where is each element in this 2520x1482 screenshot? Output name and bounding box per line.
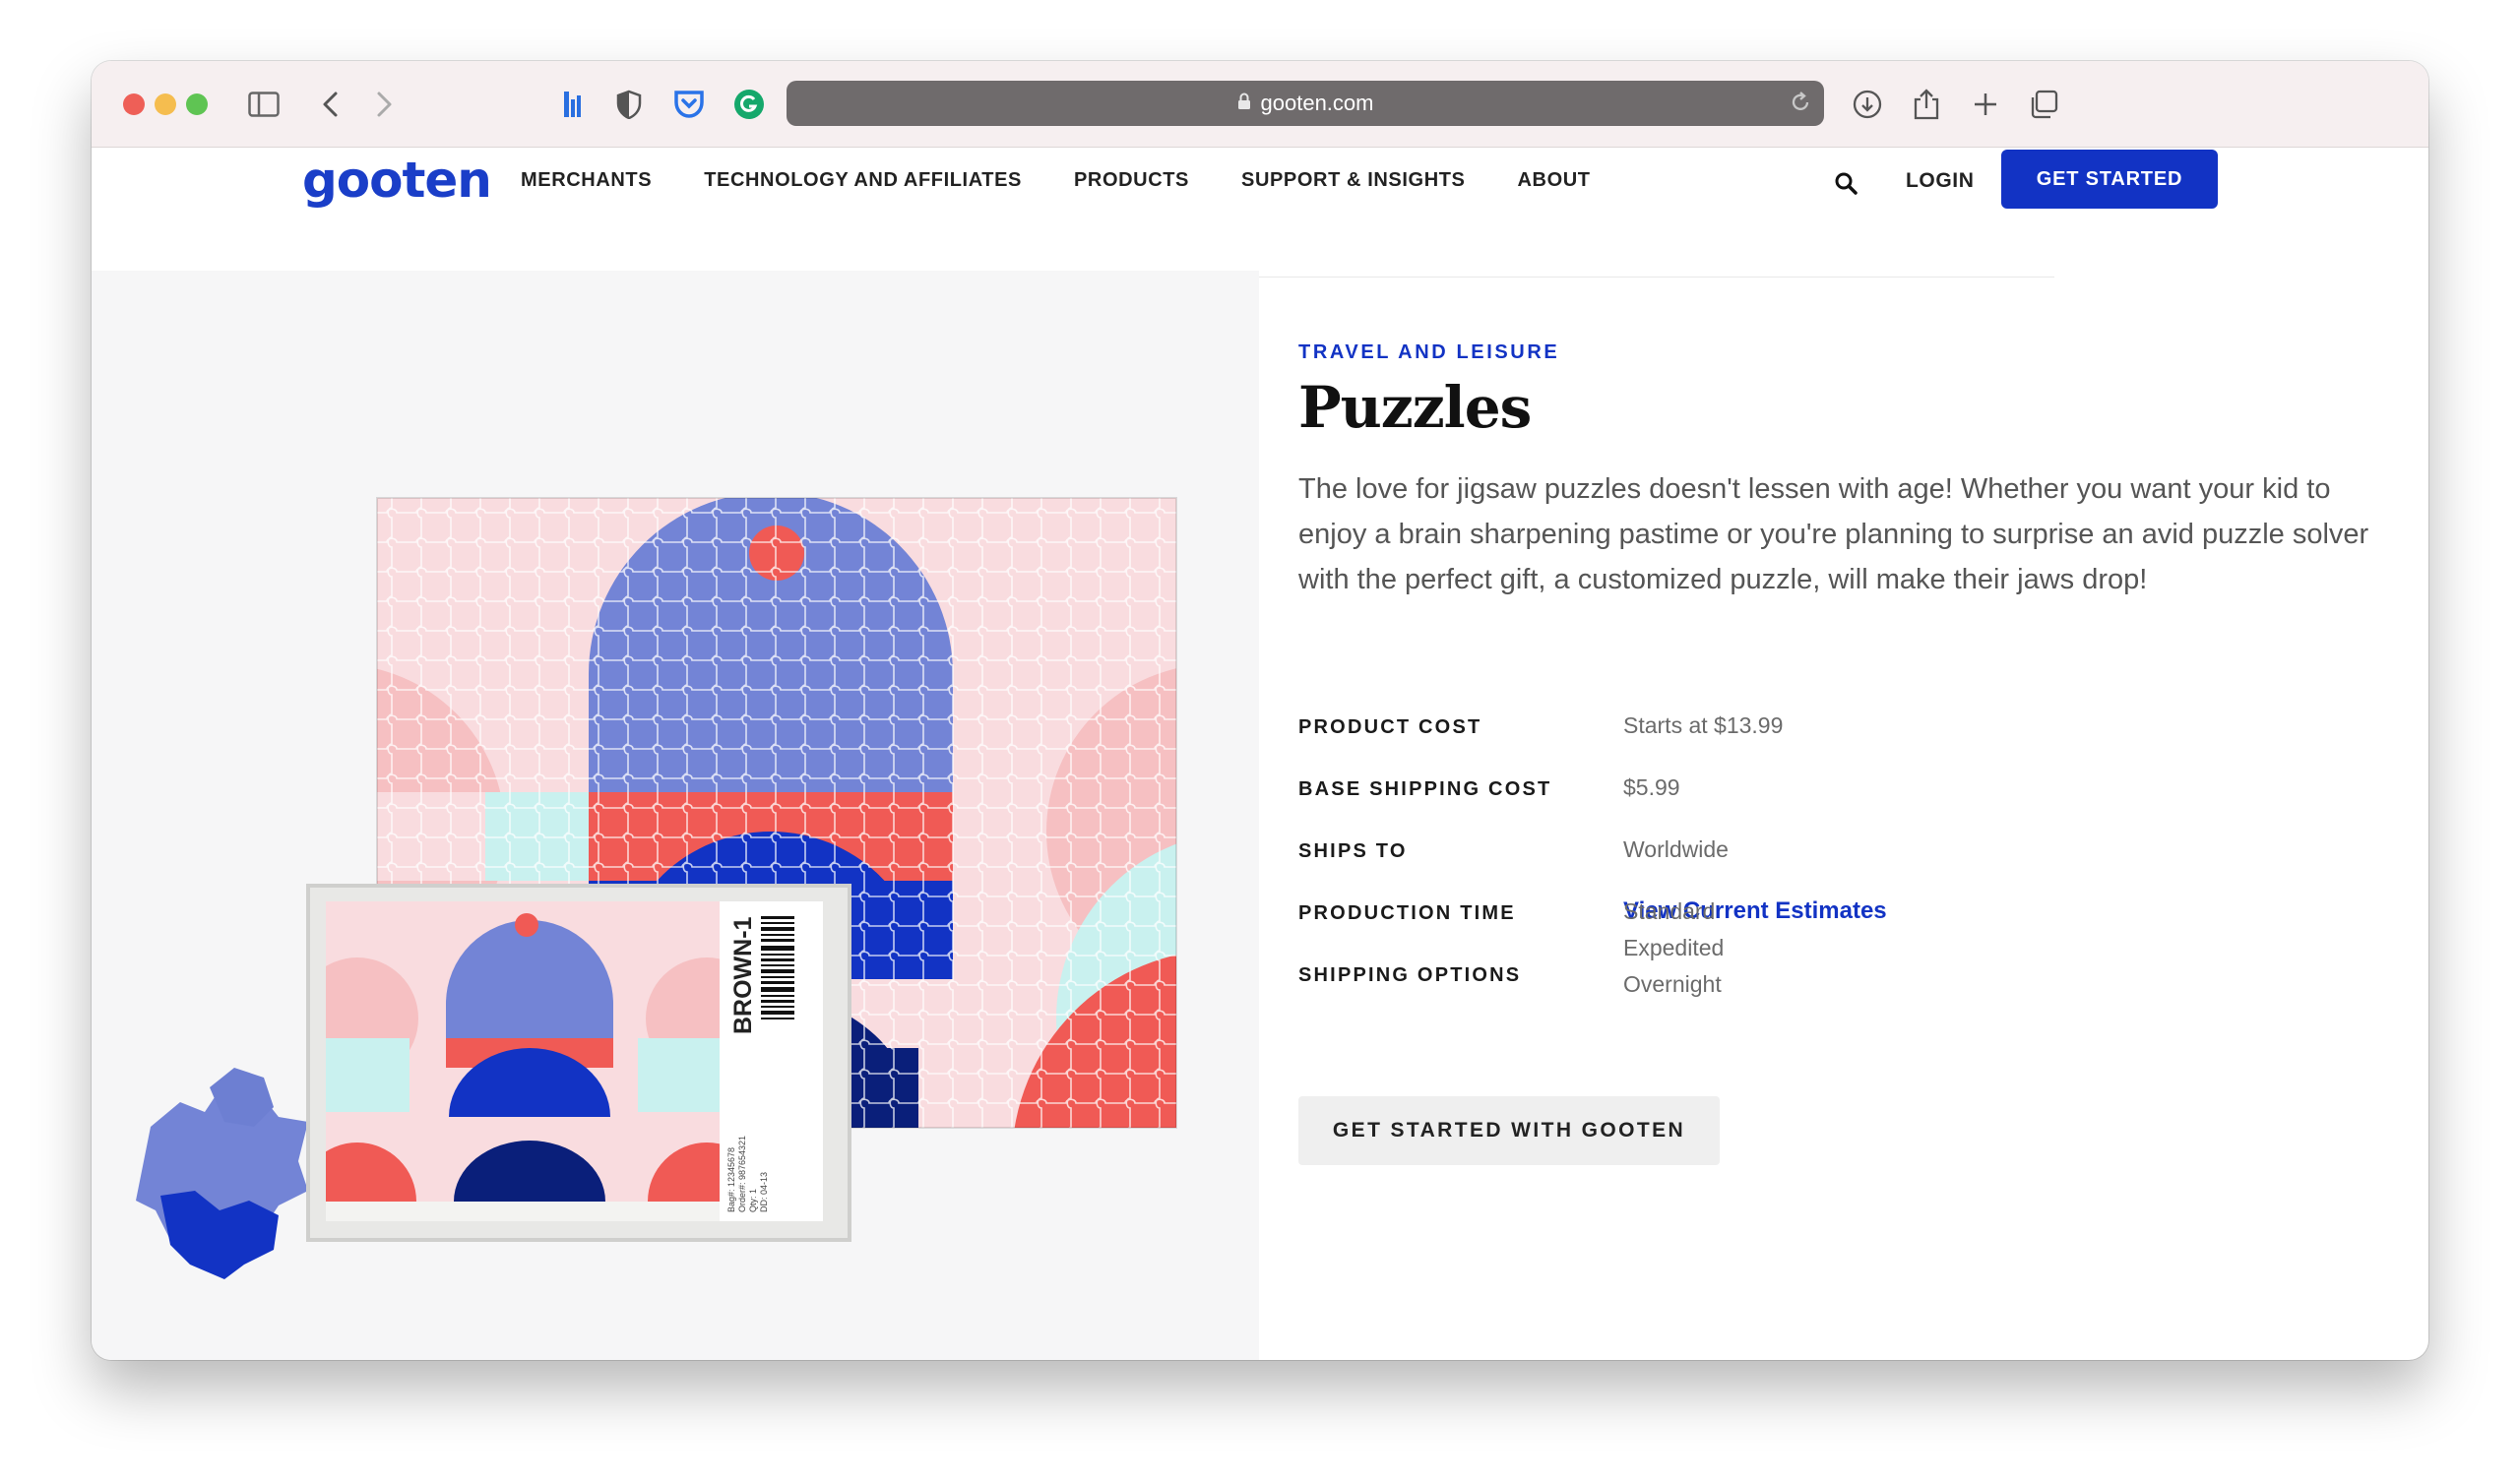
main-nav: MERCHANTS TECHNOLOGY AND AFFILIATES PROD… <box>521 169 1591 192</box>
address-bar[interactable]: gooten.com <box>787 81 1824 126</box>
grammarly-icon[interactable] <box>729 85 769 124</box>
puzzle-product-image: BROWN-1 Bag#: 12345678 Order#: 987654321… <box>136 497 1177 1279</box>
site-header: gooten MERCHANTS TECHNOLOGY AND AFFILIAT… <box>92 148 2428 278</box>
svg-text:Qty: 1: Qty: 1 <box>748 1189 758 1212</box>
browser-toolbar: gooten.com <box>92 61 2428 148</box>
zoom-window-button[interactable] <box>186 93 208 115</box>
extension-icon[interactable] <box>553 85 593 124</box>
pocket-icon[interactable] <box>669 85 709 124</box>
shield-icon[interactable] <box>609 85 649 124</box>
get-started-with-gooten-button[interactable]: GET STARTED WITH GOOTEN <box>1298 1096 1720 1165</box>
product-cost-label: PRODUCT COST <box>1298 716 1482 738</box>
product-description: The love for jigsaw puzzles doesn't less… <box>1298 473 2369 595</box>
url-text: gooten.com <box>1260 91 1374 115</box>
minimize-window-button[interactable] <box>155 93 176 115</box>
loose-puzzle-pieces <box>136 1068 308 1279</box>
svg-text:DD: 04-13: DD: 04-13 <box>759 1172 769 1212</box>
nav-technology-and-affiliates[interactable]: TECHNOLOGY AND AFFILIATES <box>704 169 1022 192</box>
login-link[interactable]: LOGIN <box>1906 169 1975 193</box>
base-shipping-cost-label: BASE SHIPPING COST <box>1298 778 1552 800</box>
puzzle-box: BROWN-1 Bag#: 12345678 Order#: 987654321… <box>306 884 851 1242</box>
sidebar-icon[interactable] <box>244 85 284 124</box>
shipping-options-list: Standard Expedited Overnight <box>1623 894 1724 1003</box>
product-cost-value: Starts at $13.99 <box>1623 712 1784 738</box>
ships-to-label: SHIPS TO <box>1298 840 1408 862</box>
back-icon[interactable] <box>310 85 349 124</box>
lock-icon <box>1237 91 1251 116</box>
production-time-label: PRODUCTION TIME <box>1298 902 1516 924</box>
get-started-button[interactable]: GET STARTED <box>2001 150 2218 209</box>
base-shipping-cost-value: $5.99 <box>1623 774 1680 800</box>
reload-icon[interactable] <box>1787 89 1814 122</box>
product-image-panel: BROWN-1 Bag#: 12345678 Order#: 987654321… <box>92 271 1259 1360</box>
forward-icon[interactable] <box>365 85 405 124</box>
product-title: Puzzles <box>1298 374 1532 441</box>
share-icon[interactable] <box>1907 85 1946 124</box>
new-tab-icon[interactable] <box>1966 85 2005 124</box>
nav-products[interactable]: PRODUCTS <box>1074 169 1189 192</box>
gooten-logo[interactable]: gooten <box>302 152 492 209</box>
nav-merchants[interactable]: MERCHANTS <box>521 169 652 192</box>
shipping-options-label: SHIPPING OPTIONS <box>1298 964 1522 986</box>
browser-window: gooten.com gooten MERCHANTS TECHNOLOGY A… <box>92 61 2428 1360</box>
product-category[interactable]: TRAVEL AND LEISURE <box>1298 341 1559 364</box>
shipping-option: Expedited <box>1623 935 1725 960</box>
nav-support-insights[interactable]: SUPPORT & INSIGHTS <box>1241 169 1466 192</box>
box-label: BROWN-1 <box>729 916 757 1034</box>
shipping-option: Overnight <box>1623 971 1722 997</box>
shipping-option: Standard <box>1623 898 1716 924</box>
nav-about[interactable]: ABOUT <box>1518 169 1591 192</box>
svg-text:Order#: 987654321: Order#: 987654321 <box>737 1136 747 1212</box>
search-icon[interactable] <box>1828 165 1863 201</box>
svg-text:Bag#: 12345678: Bag#: 12345678 <box>726 1147 736 1212</box>
ships-to-value: Worldwide <box>1623 836 1729 862</box>
tabs-overview-icon[interactable] <box>2024 85 2063 124</box>
download-icon[interactable] <box>1848 85 1887 124</box>
close-window-button[interactable] <box>123 93 145 115</box>
